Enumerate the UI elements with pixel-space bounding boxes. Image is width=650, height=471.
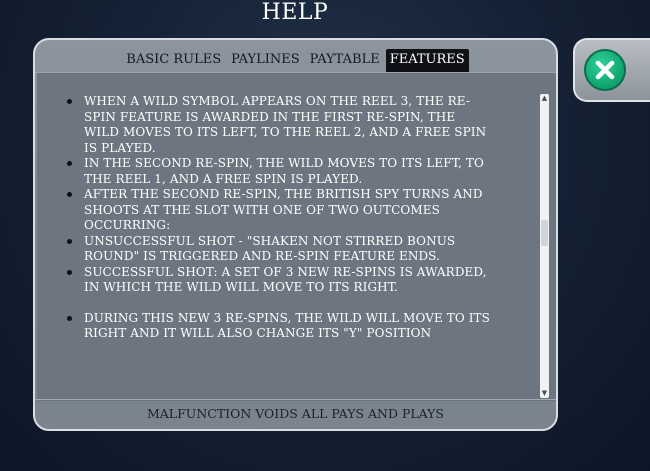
features-list: When a wild symbol appears on the reel 3…	[37, 73, 556, 342]
list-item: In the second re-spin, the wild moves to…	[67, 156, 494, 187]
close-icon[interactable]	[584, 49, 626, 91]
tab-basic-rules[interactable]: BASIC RULES	[122, 49, 225, 72]
list-item: When a wild symbol appears on the reel 3…	[67, 94, 494, 156]
content-scrollbar[interactable]: ▲ ▼	[540, 94, 549, 398]
scroll-down-arrow-icon[interactable]: ▼	[540, 389, 549, 398]
bullet-icon	[67, 161, 72, 166]
features-content[interactable]: When a wild symbol appears on the reel 3…	[37, 73, 556, 401]
tab-features[interactable]: FEATURES	[385, 49, 469, 72]
bullet-icon	[67, 238, 72, 244]
list-item-text: Successful shot: a set of 3 new re-spins…	[84, 264, 487, 295]
bullet-icon	[67, 192, 72, 197]
list-item: Unsuccessful shot - "Shaken not stirred …	[67, 234, 494, 265]
tab-paytable[interactable]: PAYTABLE	[306, 49, 384, 72]
close-button[interactable]	[573, 38, 650, 102]
help-panel: BASIC RULES PAYLINES PAYTABLE FEATURES W…	[33, 38, 558, 431]
list-item-text: When a wild symbol appears on the reel 3…	[84, 94, 487, 155]
bullet-icon	[67, 315, 72, 321]
list-item: After the second re-spin, the british sp…	[67, 187, 494, 234]
list-item-text: Unsuccessful shot - "Shaken not stirred …	[84, 233, 456, 264]
list-item: During this new 3 re-spins, the wild wil…	[67, 311, 494, 342]
footer-disclaimer: MALFUNCTION VOIDS ALL PAYS AND PLAYS	[35, 399, 556, 429]
bullet-icon	[67, 99, 72, 104]
list-item-text: After the second re-spin, the british sp…	[84, 187, 483, 232]
page-title: HELP	[261, 0, 329, 25]
help-tabs: BASIC RULES PAYLINES PAYTABLE FEATURES	[35, 40, 556, 72]
list-item-text: In the second re-spin, the wild moves to…	[84, 156, 484, 186]
scroll-thumb[interactable]	[541, 220, 548, 246]
list-item-text: During this new 3 re-spins, the wild wil…	[84, 310, 490, 341]
bullet-icon	[67, 269, 72, 275]
list-item: Successful shot: a set of 3 new re-spins…	[67, 265, 494, 296]
scroll-up-arrow-icon[interactable]: ▲	[540, 94, 549, 103]
tab-paylines[interactable]: PAYLINES	[227, 49, 304, 72]
